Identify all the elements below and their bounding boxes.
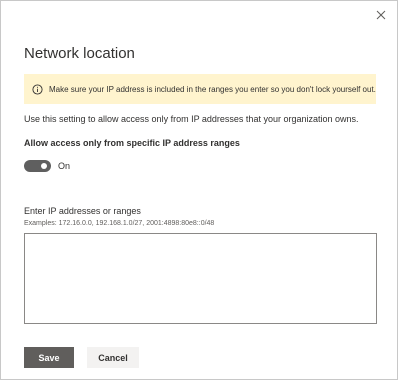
close-button[interactable]	[373, 7, 389, 23]
toggle-state-text: On	[58, 161, 71, 171]
ip-field-examples: Examples: 172.16.0.0, 192.168.1.0/27, 20…	[24, 220, 215, 227]
toggle-row: On	[24, 160, 70, 172]
cancel-button[interactable]: Cancel	[87, 347, 139, 368]
toggle-label: Allow access only from specific IP addre…	[24, 138, 240, 148]
network-location-dialog: Network location Make sure your IP addre…	[0, 0, 398, 380]
ip-ranges-textarea[interactable]	[24, 233, 377, 324]
allow-specific-ip-toggle[interactable]	[24, 160, 51, 172]
save-button[interactable]: Save	[24, 347, 74, 368]
description-text: Use this setting to allow access only fr…	[24, 114, 359, 124]
info-icon	[32, 83, 43, 95]
notice-text: Make sure your IP address is included in…	[49, 84, 376, 94]
close-icon[interactable]	[373, 7, 389, 23]
ip-field-label: Enter IP addresses or ranges	[24, 206, 141, 216]
warning-notice: Make sure your IP address is included in…	[24, 74, 376, 104]
dialog-title: Network location	[24, 45, 135, 62]
toggle-thumb	[41, 163, 47, 169]
